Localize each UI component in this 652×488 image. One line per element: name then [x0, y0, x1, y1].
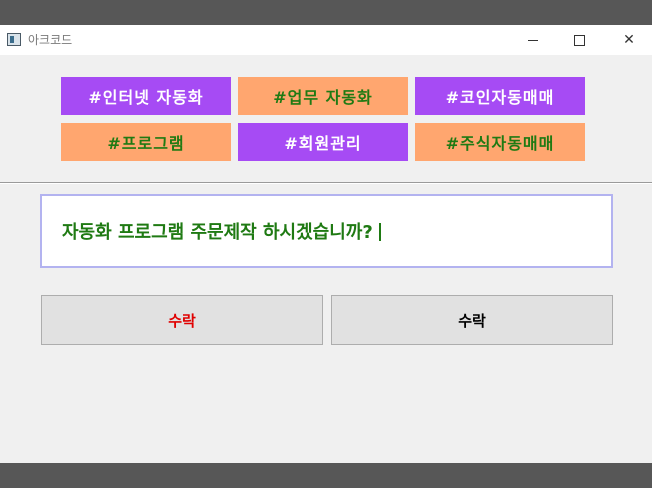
title-bar[interactable]: 아크코드 ✕	[0, 25, 652, 55]
prompt-input[interactable]: 자동화 프로그램 주문제작 하시겠습니까?	[40, 194, 613, 268]
close-button[interactable]: ✕	[606, 25, 652, 55]
section-divider-highlight	[0, 183, 652, 184]
prompt-text-line: 자동화 프로그램 주문제작 하시겠습니까?	[62, 218, 381, 244]
tag-program[interactable]: #프로그램	[61, 123, 231, 161]
app-window-icon	[7, 33, 21, 46]
tag-internet-automation[interactable]: #인터넷 자동화	[61, 77, 231, 115]
prompt-text: 자동화 프로그램 주문제작 하시겠습니까?	[62, 222, 373, 243]
accept-button-right[interactable]: 수락	[331, 295, 613, 345]
text-caret	[378, 223, 381, 241]
tag-coin-auto-trading[interactable]: #코인자동매매	[415, 77, 585, 115]
window-title: 아크코드	[28, 33, 73, 47]
minimize-button[interactable]	[510, 25, 556, 55]
tag-work-automation[interactable]: #업무 자동화	[238, 77, 408, 115]
tag-member-management[interactable]: #회원관리	[238, 123, 408, 161]
tag-stock-auto-trading[interactable]: #주식자동매매	[415, 123, 585, 161]
app-window: 아크코드 ✕ #인터넷 자동화 #업무 자동화 #코인자동매매 #프로그램 #회…	[0, 25, 652, 463]
maximize-icon	[573, 34, 585, 46]
close-icon: ✕	[623, 32, 635, 48]
maximize-button[interactable]	[556, 25, 602, 55]
accept-button-left[interactable]: 수락	[41, 295, 323, 345]
minimize-icon	[528, 39, 538, 41]
